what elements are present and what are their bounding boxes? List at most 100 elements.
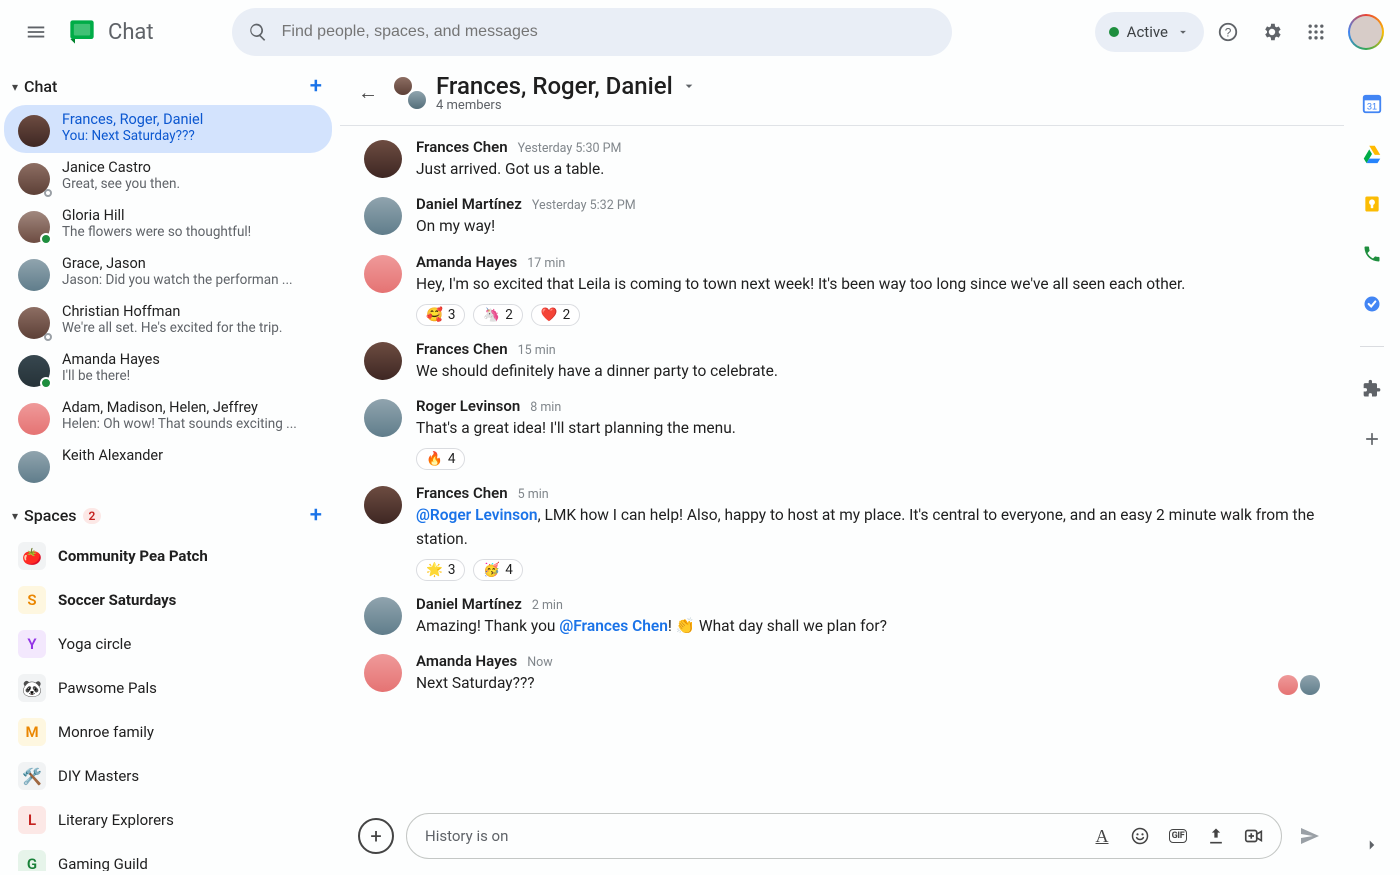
dm-name: Amanda Hayes bbox=[62, 351, 322, 368]
presence-indicator bbox=[44, 189, 52, 197]
message-avatar bbox=[364, 140, 402, 178]
get-addons-button[interactable] bbox=[1360, 427, 1384, 451]
dm-preview: We're all set. He's excited for the trip… bbox=[62, 320, 322, 336]
message-sender: Amanda Hayes bbox=[416, 253, 517, 271]
chat-section-title: Chat bbox=[24, 77, 57, 96]
chat-section-header[interactable]: ▾ Chat + bbox=[4, 68, 332, 105]
keep-icon bbox=[1362, 194, 1382, 214]
apps-button[interactable] bbox=[1296, 12, 1336, 52]
reaction-chip[interactable]: 🥰3 bbox=[416, 304, 465, 326]
message-text: We should definitely have a dinner party… bbox=[416, 360, 1320, 383]
reaction-chip[interactable]: 🥳4 bbox=[473, 559, 522, 581]
dm-item[interactable]: Adam, Madison, Helen, JeffreyHelen: Oh w… bbox=[4, 393, 332, 441]
dm-preview: Great, see you then. bbox=[62, 176, 322, 192]
spaces-unread-badge: 2 bbox=[83, 508, 102, 524]
space-item[interactable]: LLiterary Explorers bbox=[4, 798, 332, 842]
brand-name: Chat bbox=[108, 20, 154, 45]
message: Roger Levinson8 minThat's a great idea! … bbox=[364, 389, 1320, 476]
reaction-emoji: 🦄 bbox=[483, 307, 500, 323]
reaction-chip[interactable]: 🔥4 bbox=[416, 448, 465, 470]
space-item[interactable]: GGaming Guild bbox=[4, 842, 332, 871]
addons-button[interactable] bbox=[1360, 377, 1384, 401]
space-item[interactable]: 🛠️DIY Masters bbox=[4, 754, 332, 798]
dm-item[interactable]: Christian HoffmanWe're all set. He's exc… bbox=[4, 297, 332, 345]
reaction-chip[interactable]: ❤️2 bbox=[531, 304, 580, 326]
reaction-emoji: 🔥 bbox=[426, 451, 443, 467]
space-item[interactable]: 🐼Pawsome Pals bbox=[4, 666, 332, 710]
message-time: 2 min bbox=[532, 598, 563, 613]
compose-add-button[interactable]: + bbox=[358, 818, 394, 854]
side-panel: 31 bbox=[1344, 64, 1400, 875]
sidebar: ▾ Chat + Frances, Roger, DanielYou: Next… bbox=[0, 64, 340, 875]
upload-button[interactable] bbox=[1199, 819, 1233, 853]
reaction-emoji: 🥳 bbox=[483, 562, 500, 578]
dm-avatar bbox=[18, 451, 50, 483]
dm-item[interactable]: Janice CastroGreat, see you then. bbox=[4, 153, 332, 201]
drive-app-button[interactable] bbox=[1360, 142, 1384, 166]
message-avatar bbox=[364, 597, 402, 635]
message: Frances Chen5 min@Roger Levinson, LMK ho… bbox=[364, 476, 1320, 587]
caret-down-icon: ▾ bbox=[12, 80, 18, 94]
space-item[interactable]: 🍅Community Pea Patch bbox=[4, 534, 332, 578]
space-item[interactable]: SSoccer Saturdays bbox=[4, 578, 332, 622]
dm-item[interactable]: Keith Alexander bbox=[4, 441, 332, 489]
back-button[interactable]: ← bbox=[352, 76, 384, 109]
reaction-count: 4 bbox=[448, 451, 456, 467]
reaction-chip[interactable]: 🌟3 bbox=[416, 559, 465, 581]
dm-item[interactable]: Gloria HillThe flowers were so thoughtfu… bbox=[4, 201, 332, 249]
conversation-title[interactable]: Frances, Roger, Daniel bbox=[436, 72, 673, 100]
voice-app-button[interactable] bbox=[1360, 242, 1384, 266]
space-name: Community Pea Patch bbox=[58, 547, 208, 565]
main-menu-button[interactable] bbox=[16, 12, 56, 52]
message: Daniel MartínezYesterday 5:32 PMOn my wa… bbox=[364, 187, 1320, 244]
message-avatar bbox=[364, 197, 402, 235]
message-time: Now bbox=[527, 655, 552, 670]
tasks-app-button[interactable] bbox=[1360, 292, 1384, 316]
dm-item[interactable]: Grace, JasonJason: Did you watch the per… bbox=[4, 249, 332, 297]
spaces-section-header[interactable]: ▾ Spaces 2 + bbox=[4, 497, 332, 534]
top-bar: Chat Active ? bbox=[0, 0, 1400, 64]
reaction-count: 4 bbox=[505, 562, 513, 578]
mention[interactable]: @Roger Levinson bbox=[416, 506, 538, 524]
emoji-button[interactable] bbox=[1123, 819, 1157, 853]
compose-input[interactable]: History is on A GIF bbox=[406, 813, 1282, 859]
space-item[interactable]: YYoga circle bbox=[4, 622, 332, 666]
space-item[interactable]: MMonroe family bbox=[4, 710, 332, 754]
tasks-icon bbox=[1362, 294, 1382, 314]
chevron-down-icon bbox=[1176, 25, 1190, 39]
space-icon: Y bbox=[18, 630, 46, 658]
collapse-panel-button[interactable] bbox=[1360, 833, 1384, 857]
message-sender: Daniel Martínez bbox=[416, 595, 522, 613]
dm-preview: Jason: Did you watch the performan ... bbox=[62, 272, 322, 288]
chevron-down-icon[interactable] bbox=[681, 78, 697, 94]
dm-item[interactable]: Amanda HayesI'll be there! bbox=[4, 345, 332, 393]
dm-avatar bbox=[18, 211, 50, 243]
gif-button[interactable]: GIF bbox=[1161, 819, 1195, 853]
video-call-button[interactable] bbox=[1237, 819, 1271, 853]
reaction-chip[interactable]: 🦄2 bbox=[473, 304, 522, 326]
mention[interactable]: @Frances Chen bbox=[559, 617, 668, 635]
dm-preview: You: Next Saturday??? bbox=[62, 128, 322, 144]
account-avatar[interactable] bbox=[1348, 14, 1384, 50]
seen-by-avatars bbox=[1278, 652, 1320, 695]
help-button[interactable]: ? bbox=[1208, 12, 1248, 52]
settings-button[interactable] bbox=[1252, 12, 1292, 52]
search-bar[interactable] bbox=[232, 8, 952, 56]
new-chat-button[interactable]: + bbox=[310, 74, 322, 99]
status-selector[interactable]: Active bbox=[1095, 12, 1204, 52]
dm-name: Adam, Madison, Helen, Jeffrey bbox=[62, 399, 322, 416]
message: Amanda Hayes17 minHey, I'm so excited th… bbox=[364, 245, 1320, 332]
dm-avatar bbox=[18, 307, 50, 339]
send-button[interactable] bbox=[1298, 824, 1322, 848]
space-name: Pawsome Pals bbox=[58, 679, 157, 697]
dm-item[interactable]: Frances, Roger, DanielYou: Next Saturday… bbox=[4, 105, 332, 153]
message-avatar bbox=[364, 342, 402, 380]
message: Amanda HayesNowNext Saturday??? bbox=[364, 644, 1320, 701]
calendar-app-button[interactable]: 31 bbox=[1360, 92, 1384, 116]
message-avatar bbox=[364, 255, 402, 293]
apps-grid-icon bbox=[1306, 22, 1326, 42]
new-space-button[interactable]: + bbox=[310, 503, 322, 528]
keep-app-button[interactable] bbox=[1360, 192, 1384, 216]
format-button[interactable]: A bbox=[1085, 819, 1119, 853]
search-input[interactable] bbox=[280, 22, 936, 42]
